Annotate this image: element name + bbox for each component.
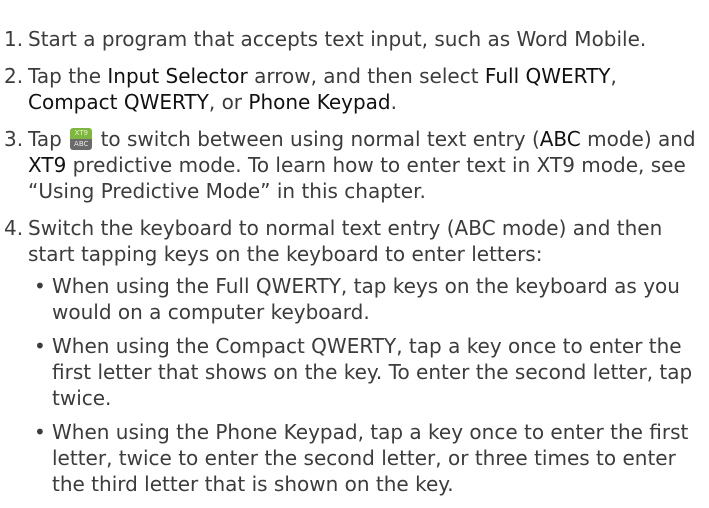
step-text-part: , [610,64,617,88]
step-2: 2. Tap the Input Selector arrow, and the… [4,63,709,115]
bullet-list: • When using the Full QWERTY, tap keys o… [28,273,709,497]
step-text-part: to switch between using normal text entr… [94,127,540,151]
icon-top-label: XT9 [74,129,88,137]
xt9-term: XT9 [28,153,67,177]
step-text-part: Tap the [28,64,108,88]
phone-keypad-term: Phone Keypad [248,90,391,114]
step-number: 2. [4,64,24,88]
bullet-item: • When using the Phone Keypad, tap a key… [28,419,709,497]
instruction-steps: 1. Start a program that accepts text inp… [4,26,709,508]
bullet-dot: • [34,334,46,358]
step-text-part: Tap [28,127,69,151]
bullet-text: When using the Compact QWERTY, tap a key… [52,334,693,410]
input-selector-term: Input Selector [107,64,248,88]
step-text-part: . [390,90,397,114]
full-qwerty-term: Full QWERTY [484,64,611,88]
step-1: 1. Start a program that accepts text inp… [4,26,709,52]
step-text-part: arrow, and then select [247,64,485,88]
step-3: 3. Tap XT9 ABC to switch between using no… [4,126,709,204]
abc-term: ABC [539,127,581,151]
compact-qwerty-term: Compact QWERTY [28,90,209,114]
bullet-dot: • [34,420,46,444]
step-text-part: mode) and [580,127,696,151]
step-number: 3. [4,127,24,151]
step-number: 1. [4,27,24,51]
xt9-abc-toggle-icon: XT9 ABC [70,128,93,150]
step-number: 4. [4,216,24,240]
bullet-item: • When using the Compact QWERTY, tap a k… [28,333,709,411]
bullet-text: When using the Phone Keypad, tap a key o… [52,420,689,496]
bullet-text: When using the Full QWERTY, tap keys on … [52,274,680,324]
bullet-dot: • [34,274,46,298]
step-text-part: predictive mode. To learn how to enter t… [28,153,686,203]
step-text-part: , or [208,90,249,114]
icon-bottom-label: ABC [74,140,89,148]
document-page: 1. Start a program that accepts text inp… [0,0,709,496]
bullet-item: • When using the Full QWERTY, tap keys o… [28,273,709,325]
step-text: Switch the keyboard to normal text entry… [28,216,663,266]
step-text: Start a program that accepts text input,… [28,27,647,51]
